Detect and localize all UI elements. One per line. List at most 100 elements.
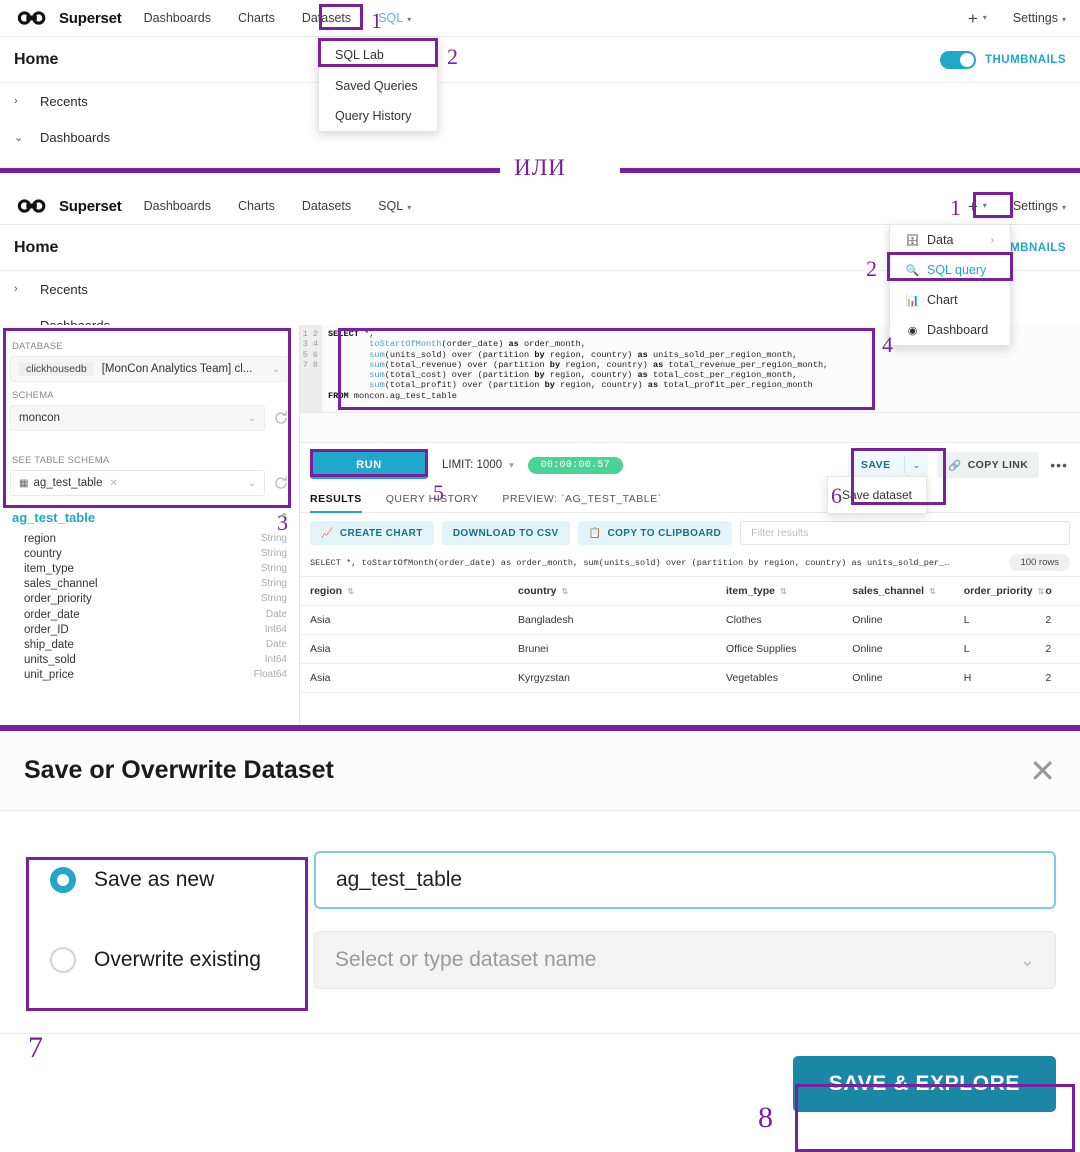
column-name: country	[24, 547, 62, 560]
menu-item-data[interactable]: 🗄 Data ›	[890, 225, 1010, 255]
menu-item-dashboard-label: Dashboard	[927, 323, 989, 337]
column-header-sales-channel[interactable]: sales_channel ⇅	[842, 576, 954, 606]
brand-2[interactable]: Superset	[14, 196, 122, 216]
overwrite-row: Overwrite existing Select or type datase…	[24, 931, 1056, 989]
nav-settings[interactable]: Settings ▾	[1013, 199, 1066, 213]
nav-settings[interactable]: Settings ▾	[1013, 11, 1066, 25]
cell-item-type: Clothes	[716, 605, 843, 635]
menu-item-dashboard[interactable]: ◉ Dashboard	[890, 315, 1010, 345]
chevron-down-icon: ⌄	[247, 412, 256, 424]
chevron-down-icon: ▾	[407, 15, 412, 24]
database-value: [MonCon Analytics Team] cl...	[101, 363, 253, 375]
add-button[interactable]: + ▾	[968, 10, 987, 27]
chevron-down-icon: ▾	[982, 13, 987, 22]
overwrite-option[interactable]: Overwrite existing	[24, 947, 314, 973]
filter-results-input[interactable]: Filter results	[740, 521, 1070, 545]
refresh-icon[interactable]	[273, 475, 289, 491]
page-title: Home	[14, 238, 59, 256]
nav-charts[interactable]: Charts	[238, 199, 275, 213]
section-recents[interactable]: › Recents	[0, 83, 1080, 119]
refresh-icon[interactable]	[273, 410, 289, 426]
column-list: region String country String item_type Stri…	[10, 531, 289, 683]
menu-item-data-label: Data	[927, 233, 954, 247]
run-button[interactable]: RUN	[310, 451, 428, 479]
thumbnails-toggle[interactable]: THUMBNAILS	[939, 50, 1066, 69]
column-name: item_type	[24, 562, 74, 575]
create-chart-button[interactable]: 📈 CREATE CHART	[310, 521, 434, 545]
menu-item-sql-lab-label: SQL Lab	[335, 48, 384, 62]
top-navbar: Superset Dashboards Charts Datasets SQL ▾…	[0, 0, 1080, 37]
table-value: ag_test_table	[33, 477, 103, 489]
table-select[interactable]: ▦ ag_test_table ✕ ⌄	[10, 470, 265, 496]
menu-item-query-history[interactable]: Query History	[319, 101, 437, 131]
dataset-name-value: ag_test_table	[336, 868, 463, 891]
brand[interactable]: Superset	[14, 8, 122, 28]
column-header-region[interactable]: region ⇅	[300, 576, 508, 606]
menu-item-chart[interactable]: 📊 Chart	[890, 285, 1010, 315]
cell-truncated: 2	[1035, 634, 1080, 664]
radio-overwrite-existing[interactable]	[50, 947, 76, 973]
chevron-right-icon: ›	[14, 283, 18, 295]
existing-dataset-placeholder: Select or type dataset name	[335, 948, 597, 971]
rows-count-badge: 100 rows	[1009, 554, 1070, 571]
existing-dataset-select[interactable]: Select or type dataset name ⌄	[314, 931, 1056, 989]
cell-country: Kyrgyzstan	[508, 663, 716, 693]
nav-charts[interactable]: Charts	[238, 11, 275, 25]
column-header-item-type[interactable]: item_type ⇅	[716, 576, 843, 606]
nav-sql[interactable]: SQL ▾	[378, 199, 411, 213]
menu-item-saved-queries[interactable]: Saved Queries	[319, 71, 437, 101]
toggle-switch[interactable]	[939, 50, 976, 69]
menu-item-sql-query-label: SQL query	[927, 263, 987, 277]
cell-order-priority: L	[953, 605, 1036, 635]
nav-settings-label: Settings	[1012, 11, 1058, 25]
database-select[interactable]: clickhousedb [MonCon Analytics Team] cl.…	[10, 356, 289, 382]
tab-results[interactable]: RESULTS	[310, 487, 362, 513]
dataset-name-input[interactable]: ag_test_table	[314, 851, 1056, 909]
more-options-icon[interactable]: •••	[1048, 457, 1070, 473]
sort-icon: ⇅	[780, 587, 787, 596]
chevron-down-icon[interactable]: ⌄	[905, 460, 929, 471]
save-as-new-option[interactable]: Save as new	[24, 867, 314, 893]
infinity-logo-icon	[17, 11, 46, 25]
nav-datasets[interactable]: Datasets	[302, 11, 351, 25]
add-button[interactable]: + ▾	[968, 198, 987, 215]
sql-lab-sidebar: DATABASE clickhousedb [MonCon Analytics …	[0, 325, 300, 725]
list-item: unit_price Float64	[10, 668, 289, 683]
download-csv-button[interactable]: DOWNLOAD TO CSV	[441, 521, 570, 545]
radio-save-as-new[interactable]	[50, 867, 76, 893]
header-label: country	[518, 585, 557, 597]
infinity-logo-icon	[17, 199, 46, 213]
annotation-number-1b: 1	[950, 195, 961, 220]
sql-dropdown-menu: SQL Lab Saved Queries Query History	[318, 38, 438, 132]
chart-icon: 📊	[905, 294, 920, 307]
copy-clipboard-button[interactable]: 📋 COPY TO CLIPBOARD	[577, 521, 733, 545]
limit-selector[interactable]: LIMIT: 1000 ▾	[442, 459, 514, 471]
tab-preview[interactable]: PREVIEW: `AG_TEST_TABLE`	[502, 487, 661, 512]
schema-table-title[interactable]: ag_test_table ⌃	[12, 510, 289, 525]
column-type: String	[260, 547, 287, 559]
nav-dashboards[interactable]: Dashboards	[144, 199, 211, 213]
save-and-explore-button[interactable]: SAVE & EXPLORE	[792, 1056, 1056, 1112]
menu-item-save-dataset[interactable]: Save dataset	[828, 484, 926, 506]
nav-dashboards[interactable]: Dashboards	[144, 11, 211, 25]
save-button-group[interactable]: SAVE ⌄	[847, 452, 929, 478]
download-csv-label: DOWNLOAD TO CSV	[452, 527, 559, 539]
annotation-number-3: 3	[277, 510, 288, 535]
column-header-order-priority[interactable]: order_priority ⇅	[953, 576, 1044, 606]
close-icon[interactable]: ✕	[110, 478, 118, 489]
save-button[interactable]: SAVE	[848, 459, 904, 471]
column-name: ship_date	[24, 638, 74, 651]
copy-link-button[interactable]: 🔗 COPY LINK	[937, 452, 1040, 478]
menu-item-sql-lab[interactable]: SQL Lab	[319, 39, 437, 71]
nav-sql[interactable]: SQL ▾	[378, 11, 411, 25]
nav-datasets[interactable]: Datasets	[302, 199, 351, 213]
column-name: unit_price	[24, 669, 74, 682]
menu-item-sql-query[interactable]: 🔍 SQL query	[890, 255, 1010, 285]
column-header-country[interactable]: country ⇅	[508, 576, 716, 606]
list-item: ship_date Date	[10, 637, 289, 652]
modal-header: Save or Overwrite Dataset ✕	[0, 731, 1080, 811]
close-icon[interactable]: ✕	[1029, 755, 1056, 787]
or-divider-label: ИЛИ	[500, 155, 580, 181]
schema-select[interactable]: moncon ⌄	[10, 405, 265, 431]
cell-order-priority: H	[953, 663, 1036, 693]
